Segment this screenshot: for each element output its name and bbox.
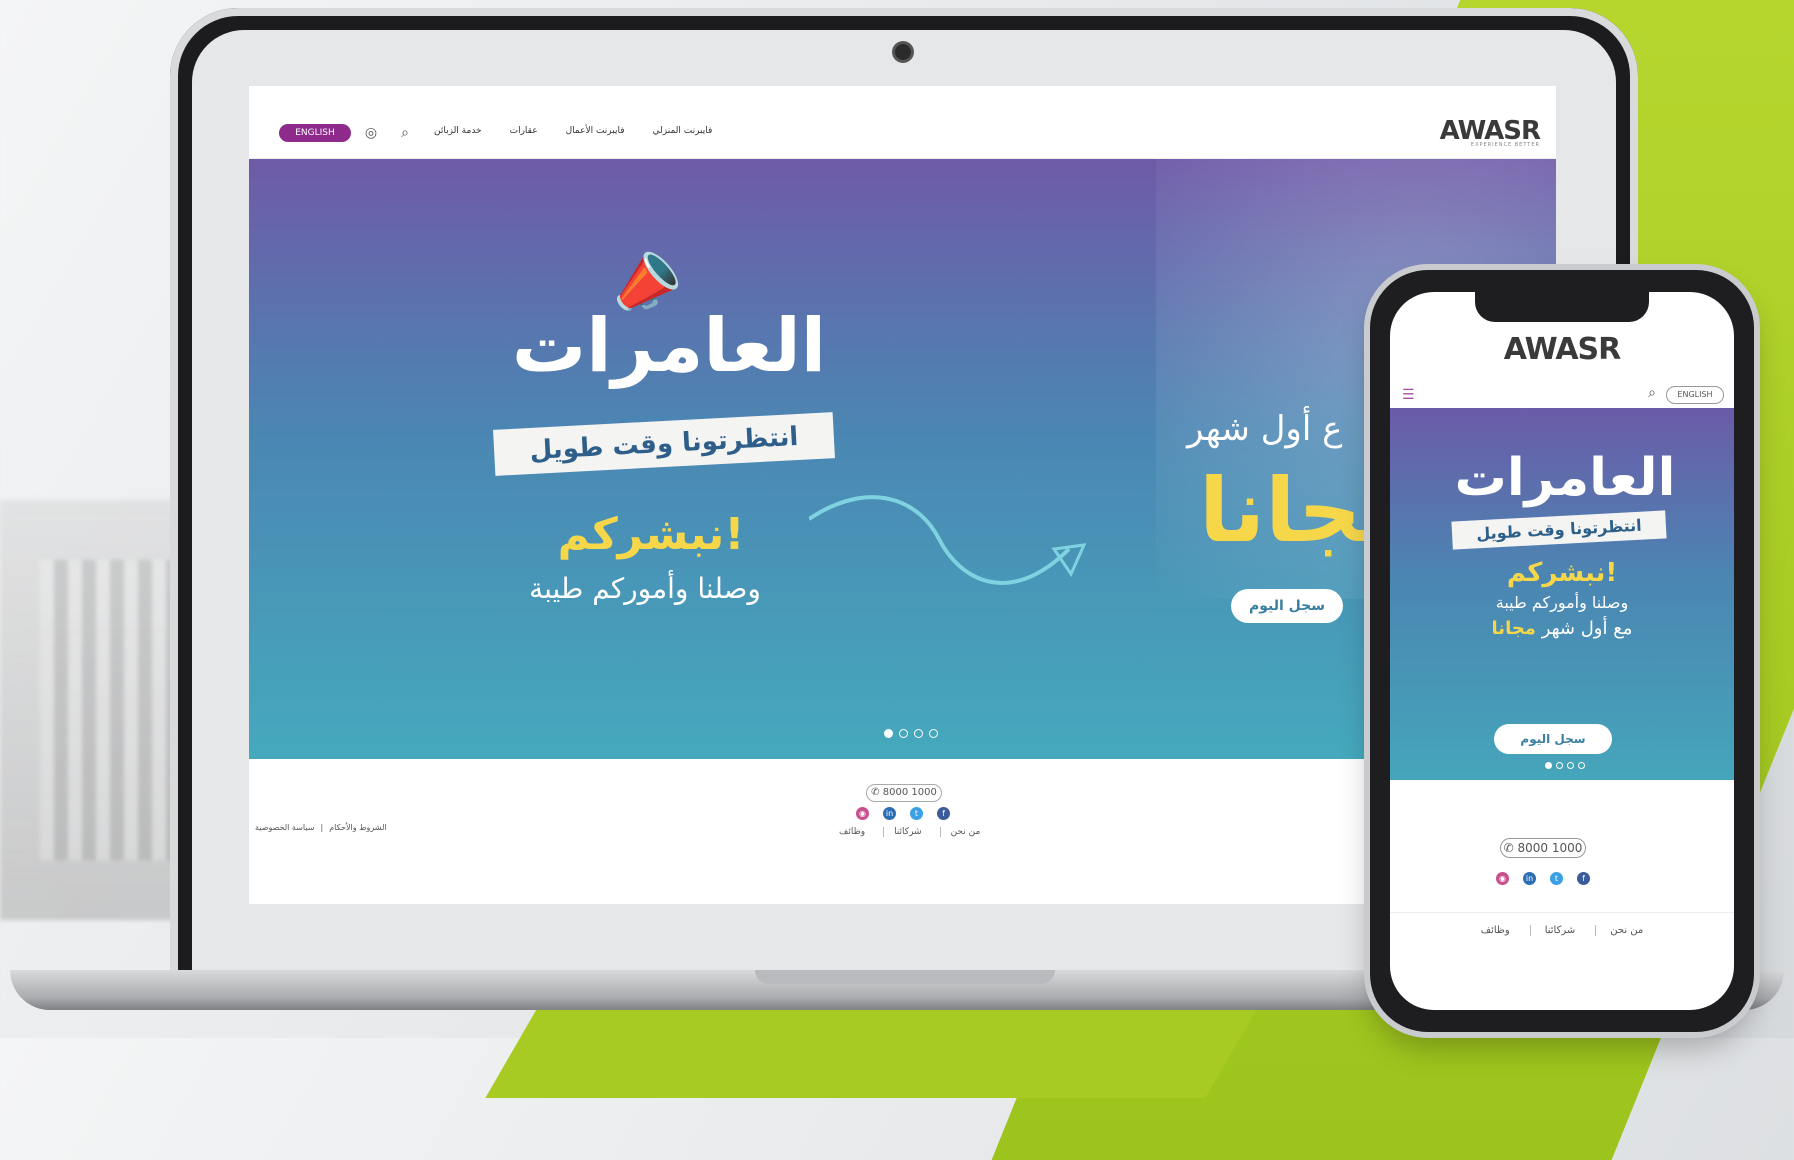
- mobile-instagram-icon[interactable]: ◉: [1496, 872, 1509, 885]
- hero-banner: 📣 العامرات انتظرتونا وقت طويل نبشركم! وص…: [249, 159, 1556, 759]
- hero-ribbon: انتظرتونا وقت طويل: [493, 412, 835, 476]
- mobile-hero-headline: العامرات: [1454, 448, 1676, 508]
- mobile-phone-device: AWASR ☰ ⌕ ENGLISH العامرات انتظرتونا وقت…: [1370, 270, 1754, 1032]
- mobile-footer-link-jobs[interactable]: وظائف: [1481, 925, 1510, 936]
- phone-number-badge[interactable]: ✆ 8000 1000: [866, 784, 942, 802]
- mobile-linkedin-icon[interactable]: in: [1523, 872, 1536, 885]
- desktop-navbar: ENGLISH ◎ ⌕ خدمة الزبائن عقارات فايبرنت …: [249, 86, 1556, 159]
- mobile-footer-links: وظائف شركائنا من نحن: [1390, 912, 1734, 936]
- footer-links: وظائف شركائنا من نحن: [839, 827, 980, 837]
- mobile-offer-accent: مجانا: [1491, 618, 1536, 639]
- english-language-button[interactable]: ENGLISH: [279, 124, 351, 142]
- slider-dots: [884, 729, 938, 738]
- nav-link-customer-service[interactable]: خدمة الزبائن: [434, 126, 482, 136]
- nav-links: خدمة الزبائن عقارات فايبرنت الأعمال فايب…: [434, 126, 712, 136]
- desktop-footer: ✆ 8000 1000 ◉ in t f وظائف شركائنا من نح…: [249, 759, 1556, 904]
- slider-dot-1[interactable]: [884, 729, 893, 738]
- mobile-screen: AWASR ☰ ⌕ ENGLISH العامرات انتظرتونا وقت…: [1390, 292, 1734, 1010]
- mobile-offer-text: مع أول شهر: [1541, 618, 1633, 639]
- mobile-register-today-button[interactable]: سجل اليوم: [1494, 724, 1612, 754]
- legal-links: سياسة الخصوصية | الشروط والأحكام: [255, 823, 387, 832]
- nav-link-real-estate[interactable]: عقارات: [510, 126, 538, 136]
- hero-subline-accent: نبشركم!: [557, 509, 745, 560]
- slider-dot-2[interactable]: [899, 729, 908, 738]
- mobile-twitter-icon[interactable]: t: [1550, 872, 1563, 885]
- mobile-phone-number: 8000 1000: [1517, 841, 1583, 855]
- mobile-phone-icon: ✆: [1503, 841, 1518, 855]
- awasr-logo[interactable]: AWASR EXPERIENCE BETTER: [1440, 116, 1541, 148]
- arrow-path-decoration: [809, 495, 1087, 585]
- mobile-slider-dot-3[interactable]: [1567, 762, 1574, 769]
- mobile-slider-dot-4[interactable]: [1578, 762, 1585, 769]
- mobile-footer-link-partners[interactable]: شركائنا: [1529, 925, 1575, 936]
- mobile-hero-banner: العامرات انتظرتونا وقت طويل نبشركم! وصلن…: [1390, 408, 1734, 780]
- mobile-slider-dots: [1545, 762, 1585, 769]
- mobile-navbar: ☰ ⌕ ENGLISH: [1390, 380, 1734, 409]
- camera-icon: [895, 44, 911, 60]
- mobile-footer-link-about[interactable]: من نحن: [1595, 925, 1643, 936]
- twitter-icon[interactable]: t: [910, 807, 923, 820]
- desktop-screen: ENGLISH ◎ ⌕ خدمة الزبائن عقارات فايبرنت …: [249, 86, 1556, 904]
- mobile-slider-dot-1[interactable]: [1545, 762, 1552, 769]
- nav-link-business[interactable]: فايبرنت الأعمال: [566, 126, 625, 136]
- user-icon[interactable]: ◎: [361, 123, 381, 143]
- slider-dot-4[interactable]: [929, 729, 938, 738]
- social-links: ◉ in t f: [856, 807, 950, 820]
- footer-link-about[interactable]: من نحن: [939, 827, 980, 837]
- slider-dot-3[interactable]: [914, 729, 923, 738]
- nav-link-home[interactable]: فايبرنت المنزلي: [653, 126, 713, 136]
- mobile-facebook-icon[interactable]: f: [1577, 872, 1590, 885]
- mobile-hero-offer: مع أول شهر مجانا: [1390, 618, 1734, 639]
- phone-number: 8000 1000: [882, 787, 937, 798]
- footer-link-jobs[interactable]: وظائف: [839, 827, 865, 837]
- mobile-hero-ribbon: انتظرتونا وقت طويل: [1451, 510, 1667, 550]
- mobile-hero-subline: وصلنا وأموركم طيبة: [1495, 593, 1629, 612]
- instagram-icon[interactable]: ◉: [856, 807, 869, 820]
- hero-subline: وصلنا وأموركم طيبة: [529, 572, 761, 605]
- register-today-button[interactable]: سجل اليوم: [1231, 589, 1343, 623]
- linkedin-icon[interactable]: in: [883, 807, 896, 820]
- legal-divider: |: [320, 823, 324, 832]
- laptop-base-notch: [755, 970, 1055, 984]
- terms-link[interactable]: الشروط والأحكام: [329, 823, 386, 832]
- mobile-social-links: ◉ in t f: [1496, 872, 1590, 885]
- mobile-english-button[interactable]: ENGLISH: [1666, 386, 1724, 404]
- mobile-slider-dot-2[interactable]: [1556, 762, 1563, 769]
- phone-notch: [1475, 292, 1649, 322]
- facebook-icon[interactable]: f: [937, 807, 950, 820]
- mobile-search-icon[interactable]: ⌕: [1648, 385, 1656, 401]
- phone-icon: ✆: [871, 787, 883, 798]
- search-icon[interactable]: ⌕: [395, 123, 415, 143]
- mobile-awasr-logo[interactable]: AWASR: [1390, 332, 1734, 367]
- mobile-hero-subline-accent: نبشركم!: [1506, 558, 1618, 588]
- hamburger-menu-icon[interactable]: ☰: [1402, 387, 1415, 403]
- hero-headline: العامرات: [511, 303, 827, 389]
- privacy-policy-link[interactable]: سياسة الخصوصية: [255, 823, 314, 832]
- mobile-phone-number-badge[interactable]: ✆ 8000 1000: [1500, 838, 1586, 858]
- footer-link-partners[interactable]: شركائنا: [883, 827, 922, 837]
